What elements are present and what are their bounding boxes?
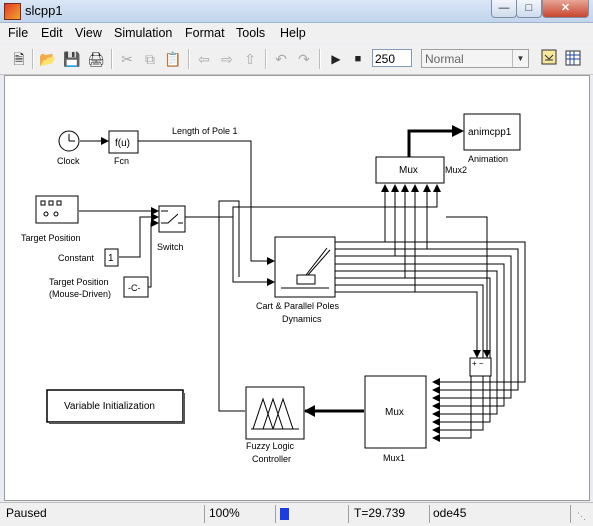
close-button[interactable]: ✕	[542, 0, 589, 18]
mouse-target-block[interactable]: -C-	[123, 276, 149, 298]
up-icon[interactable]: ⇧	[240, 49, 260, 69]
menu-tools[interactable]: Tools	[236, 26, 265, 40]
minimize-button[interactable]: —	[491, 0, 517, 18]
mouse-target-label-1: Target Position	[49, 277, 109, 287]
constant-body: 1	[108, 253, 114, 264]
play-icon[interactable]: ▶	[326, 49, 346, 69]
progress-bar	[280, 508, 343, 520]
paste-icon[interactable]: 📋	[163, 49, 183, 69]
variable-initialization-block[interactable]: Variable Initialization	[46, 389, 185, 424]
switch-label: Switch	[157, 242, 184, 252]
fcn-body: f(u)	[115, 138, 130, 149]
target-position-block[interactable]	[35, 195, 79, 224]
status-bar: Paused 100% T=29.739 ode45 ⋱	[0, 502, 593, 526]
animation-body: animcpp1	[468, 127, 512, 138]
print-icon[interactable]: 🖨	[86, 49, 106, 69]
menu-view[interactable]: View	[75, 26, 102, 40]
stop-time-field[interactable]: 250	[372, 49, 412, 67]
window-title: slcpp1	[25, 3, 63, 18]
mouse-target-body: -C-	[128, 283, 141, 293]
sum-block[interactable]: + −	[469, 357, 492, 377]
menu-bar: File Edit View Simulation Format Tools H…	[0, 23, 593, 43]
target-position-label: Target Position	[21, 233, 81, 243]
mux1-body: Mux	[385, 407, 404, 418]
mux2-label: Mux2	[445, 165, 467, 175]
menu-simulation[interactable]: Simulation	[114, 26, 172, 40]
forward-icon[interactable]: ⇨	[217, 49, 237, 69]
undo-icon[interactable]: ↶	[271, 49, 291, 69]
progress-fill	[280, 508, 289, 520]
cut-icon[interactable]: ✂	[117, 49, 137, 69]
menu-help[interactable]: Help	[280, 26, 306, 40]
save-icon[interactable]: 💾	[62, 49, 82, 69]
mouse-target-label-2: (Mouse-Driven)	[49, 289, 111, 299]
chevron-down-icon[interactable]: ▼	[512, 50, 528, 67]
resize-grip-icon[interactable]: ⋱	[577, 511, 586, 522]
simulation-mode-select[interactable]: Normal ▼	[421, 49, 529, 68]
status-solver: ode45	[433, 506, 467, 520]
copy-icon[interactable]: ⧉	[140, 49, 160, 69]
menu-format[interactable]: Format	[185, 26, 225, 40]
mux2-body: Mux	[399, 165, 418, 176]
animation-block[interactable]: animcpp1	[463, 113, 521, 151]
new-icon[interactable]: 🗎	[9, 49, 29, 69]
status-state: Paused	[6, 506, 47, 520]
variable-initialization-label: Variable Initialization	[64, 401, 155, 412]
model-explorer-icon[interactable]	[563, 49, 583, 69]
simulation-mode-value: Normal	[425, 52, 464, 66]
fcn-label: Fcn	[114, 156, 129, 166]
clock-label: Clock	[57, 156, 80, 166]
fuzzy-logic-controller-block[interactable]	[245, 386, 305, 440]
fcn-block[interactable]: f(u)	[108, 130, 139, 154]
back-icon[interactable]: ⇦	[194, 49, 214, 69]
mux1-block[interactable]: Mux	[364, 375, 427, 449]
stop-icon[interactable]: ■	[348, 49, 368, 69]
fuzzy-label-1: Fuzzy Logic	[246, 441, 295, 451]
sum-body: + −	[472, 359, 484, 368]
model-canvas[interactable]: Clock f(u) Fcn Length of Pole 1 Mux Mux2…	[4, 75, 590, 501]
maximize-button[interactable]: □	[516, 0, 542, 18]
block-diagram[interactable]: Clock f(u) Fcn Length of Pole 1 Mux Mux2…	[5, 76, 589, 500]
status-time: T=29.739	[354, 506, 406, 520]
fuzzy-label-2: Controller	[252, 454, 291, 464]
constant-label: Constant	[58, 253, 95, 263]
cart-dynamics-label-1: Cart & Parallel Poles	[256, 301, 340, 311]
clock-block[interactable]	[58, 130, 80, 152]
library-browser-icon[interactable]	[540, 49, 560, 69]
mux1-label: Mux1	[383, 453, 405, 463]
title-bar: slcpp1 — □ ✕	[0, 0, 593, 23]
menu-file[interactable]: File	[8, 26, 28, 40]
cart-dynamics-label-2: Dynamics	[282, 314, 322, 324]
open-icon[interactable]: 📂	[38, 49, 58, 69]
simulink-app-icon	[4, 3, 21, 20]
menu-edit[interactable]: Edit	[41, 26, 63, 40]
animation-label: Animation	[468, 154, 508, 164]
status-zoom: 100%	[209, 506, 240, 520]
mux2-block[interactable]: Mux	[375, 156, 445, 184]
redo-icon[interactable]: ↷	[294, 49, 314, 69]
constant-block[interactable]: 1	[104, 248, 119, 267]
cart-dynamics-block[interactable]	[274, 236, 336, 298]
pole-length-signal-label: Length of Pole 1	[172, 126, 238, 136]
switch-block[interactable]	[158, 205, 186, 233]
